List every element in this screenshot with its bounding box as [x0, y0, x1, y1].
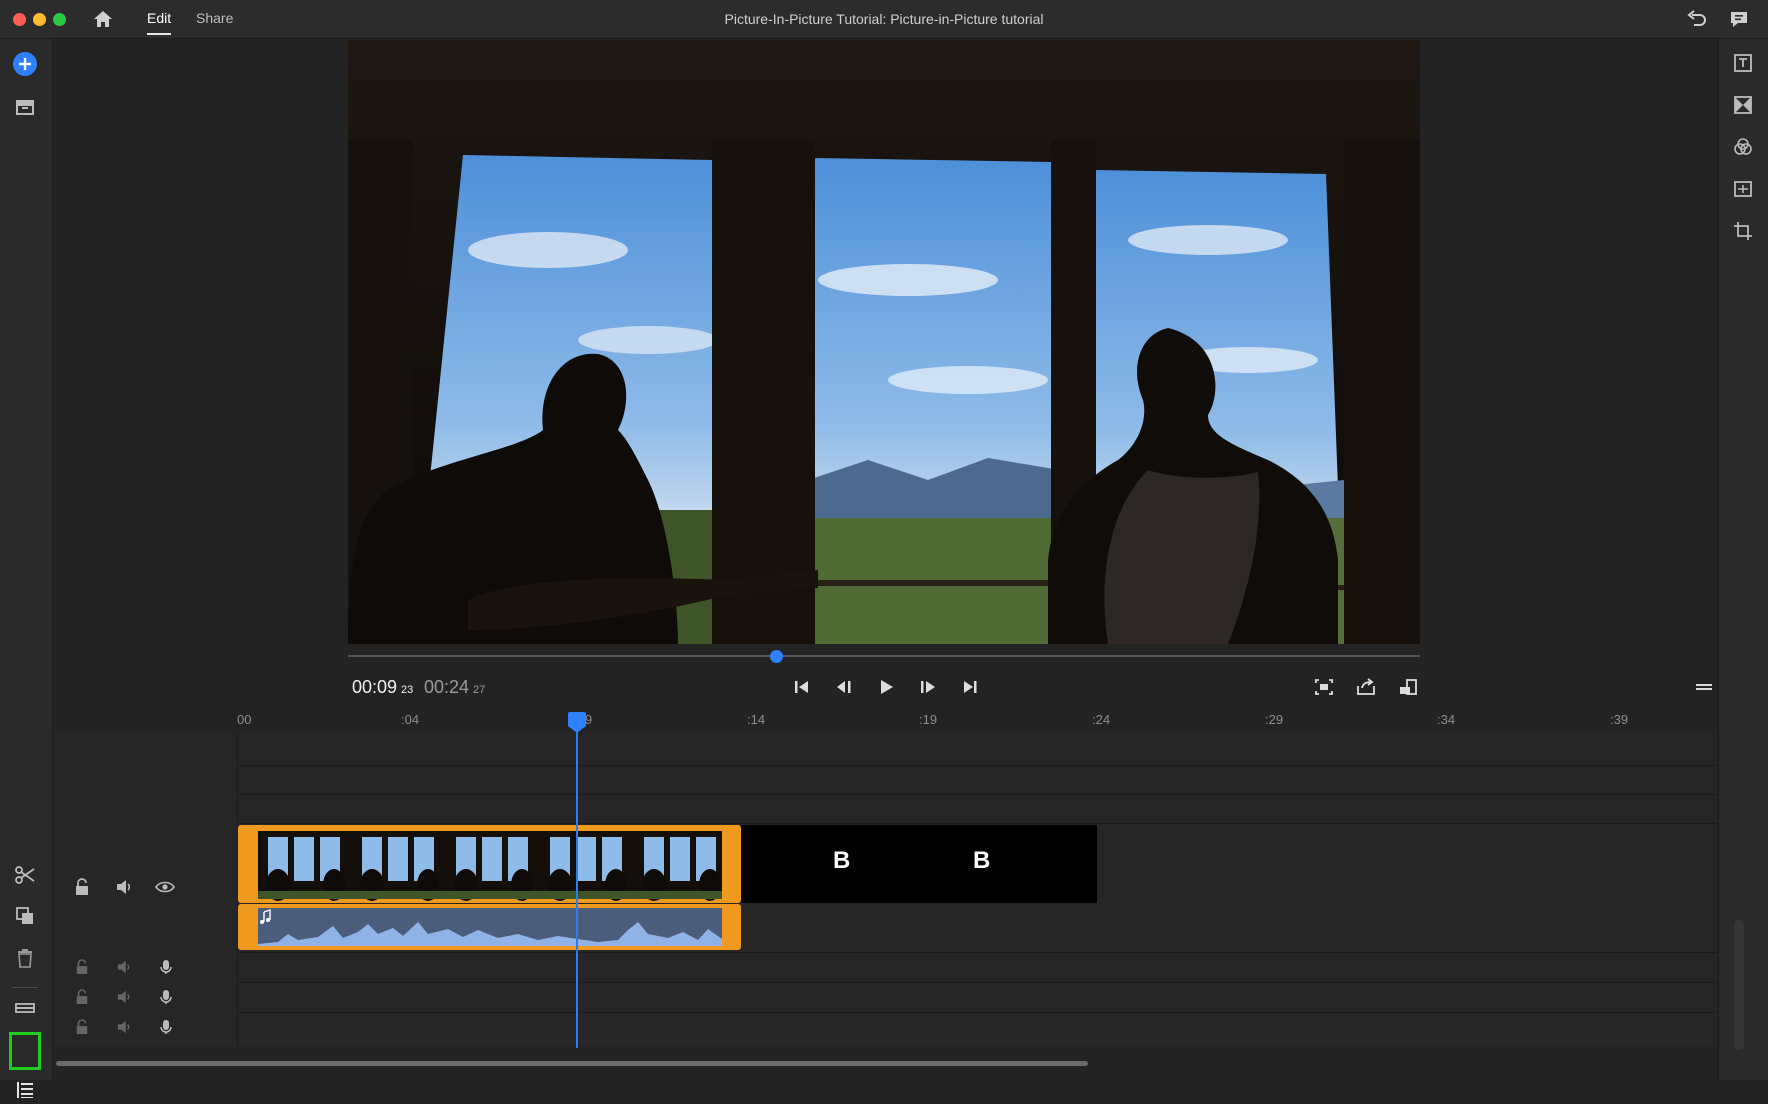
current-frames: 23 — [401, 684, 414, 696]
track-divider — [53, 765, 1717, 766]
ruler-tick: :24 — [1092, 712, 1111, 727]
playback-quality-icon[interactable] — [1393, 674, 1423, 700]
playhead-tip — [568, 726, 586, 733]
export-frame-icon[interactable] — [1351, 674, 1381, 700]
ruler-tick: :29 — [1265, 712, 1284, 727]
titles-panel-icon[interactable] — [1729, 49, 1757, 77]
trash-icon[interactable] — [11, 944, 39, 972]
track-divider — [53, 794, 1717, 795]
mute-icon[interactable] — [114, 1017, 134, 1037]
project-panel-icon[interactable] — [11, 93, 39, 121]
feedback-icon[interactable] — [1728, 9, 1750, 29]
track-divider — [53, 982, 1717, 983]
title-clip[interactable]: B B — [741, 825, 1097, 903]
title-clip-label: B — [833, 847, 851, 874]
clip-thumbnails — [258, 831, 722, 901]
go-to-start-icon[interactable] — [787, 674, 817, 700]
mute-icon[interactable] — [114, 957, 134, 977]
track-height-icon[interactable] — [11, 994, 39, 1022]
step-forward-icon[interactable] — [913, 674, 943, 700]
rail-divider — [12, 987, 38, 988]
lock-icon[interactable] — [72, 1017, 92, 1037]
window-title: Picture-In-Picture Tutorial: Picture-in-… — [724, 11, 1044, 27]
crop-icon[interactable] — [1729, 217, 1757, 245]
timeline-horizontal-scrollbar[interactable] — [56, 1061, 1088, 1066]
monitor-menu-icon[interactable] — [1689, 674, 1719, 700]
track-divider — [53, 1012, 1717, 1013]
ruler-tick: :19 — [919, 712, 938, 727]
lock-icon[interactable] — [72, 877, 92, 897]
effects-panel-icon[interactable] — [1729, 133, 1757, 161]
scrubber-handle[interactable] — [770, 650, 784, 663]
lock-icon[interactable] — [72, 957, 92, 977]
selected-button-highlight — [9, 1032, 41, 1070]
mute-icon[interactable] — [114, 877, 134, 897]
timeline-list-icon[interactable] — [11, 1076, 39, 1104]
lock-icon[interactable] — [72, 987, 92, 1007]
audio-clip[interactable] — [238, 904, 741, 950]
current-time: 00:09 — [352, 677, 398, 697]
duration-timecode: 00:24 27 — [424, 677, 485, 698]
transitions-panel-icon[interactable] — [1729, 91, 1757, 119]
mic-icon[interactable] — [156, 1017, 176, 1037]
fit-to-screen-icon[interactable] — [1309, 674, 1339, 700]
ruler-tick: :04 — [401, 712, 420, 727]
playback-scrubber[interactable] — [348, 655, 1420, 657]
track-divider — [53, 823, 1717, 824]
program-monitor[interactable] — [348, 40, 1420, 644]
track-divider — [53, 952, 1717, 953]
title-bar: Edit Share Picture-In-Picture Tutorial: … — [0, 0, 1768, 39]
duration-frames: 27 — [473, 684, 486, 696]
duplicate-icon[interactable] — [11, 902, 39, 930]
current-timecode: 00:09 23 — [352, 677, 413, 698]
video-clip[interactable] — [238, 825, 741, 903]
scissors-icon[interactable] — [11, 861, 39, 889]
timeline-vertical-scrollbar[interactable] — [1734, 920, 1744, 1050]
ruler-tick: 00 — [237, 712, 252, 727]
mic-icon[interactable] — [156, 957, 176, 977]
go-to-end-icon[interactable] — [955, 674, 985, 700]
ruler-tick: :39 — [1610, 712, 1629, 727]
mic-icon[interactable] — [156, 987, 176, 1007]
undo-icon[interactable] — [1686, 9, 1708, 29]
step-back-icon[interactable] — [829, 674, 859, 700]
audio-waveform — [258, 908, 722, 946]
timeline-ruler[interactable]: 00 :04 :09 :14 :19 :24 :29 :34 :39 — [237, 712, 1717, 734]
audio-panel-icon[interactable] — [1729, 175, 1757, 203]
left-toolbar — [0, 39, 53, 1098]
video-frame — [348, 40, 1420, 644]
mute-icon[interactable] — [114, 987, 134, 1007]
duration-time: 00:24 — [424, 677, 470, 697]
playhead[interactable] — [576, 718, 578, 1048]
ruler-tick: :34 — [1437, 712, 1456, 727]
title-clip-label: B — [973, 847, 991, 874]
eye-icon[interactable] — [155, 877, 175, 897]
playhead-handle[interactable] — [568, 712, 586, 726]
ruler-tick: :14 — [747, 712, 766, 727]
add-media-icon[interactable] — [11, 50, 39, 78]
play-icon[interactable] — [871, 674, 901, 700]
